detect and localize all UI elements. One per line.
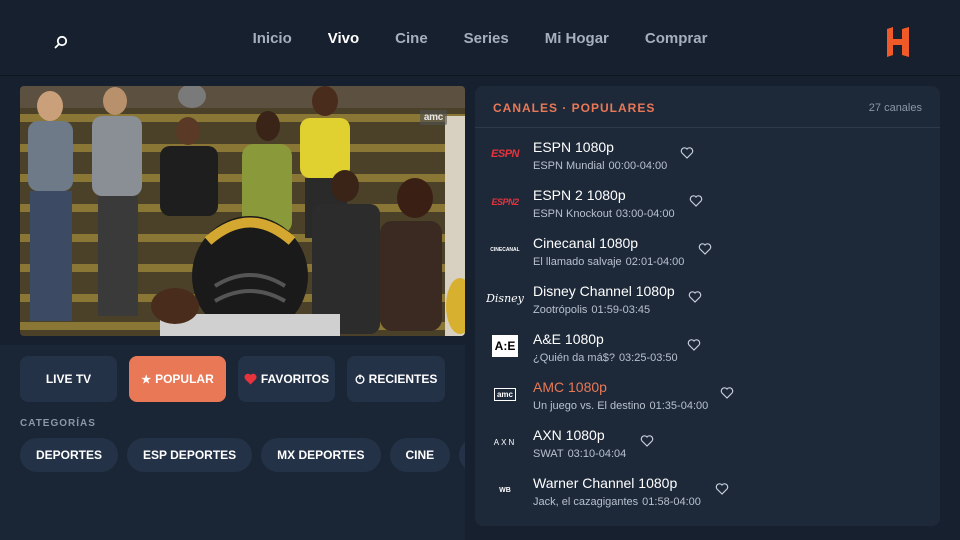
top-nav-bar: Inicio Vivo Cine Series Mi Hogar Comprar	[0, 0, 960, 76]
favorite-heart-icon[interactable]	[680, 146, 694, 160]
channel-count: 27 canales	[868, 102, 922, 114]
filter-recientes-label: RECIENTES	[368, 372, 438, 386]
channel-list: ESPN ESPN 1080p ESPN Mundial 00:00-04:00 …	[475, 130, 940, 514]
channel-program: Un juego vs. El destino 01:35-04:00	[533, 400, 709, 412]
favorite-heart-icon[interactable]	[715, 482, 729, 496]
channel-row-axn[interactable]: AXN AXN 1080p SWAT 03:10-04:04	[475, 418, 940, 466]
channel-row-espn[interactable]: ESPN ESPN 1080p ESPN Mundial 00:00-04:00	[475, 130, 940, 178]
filter-favoritos-button[interactable]: FAVORITOS	[238, 356, 335, 402]
channel-bug: amc	[419, 110, 447, 125]
channel-program: ¿Quién da má$? 03:25-03:50	[533, 352, 678, 364]
filter-live-tv-button[interactable]: LIVE TV	[20, 356, 117, 402]
nav-item-cine[interactable]: Cine	[377, 30, 446, 47]
channel-row-warner[interactable]: WB Warner Channel 1080p Jack, el cazagig…	[475, 466, 940, 514]
channel-program: ESPN Mundial 00:00-04:00	[533, 160, 668, 172]
main-nav: Inicio Vivo Cine Series Mi Hogar Comprar	[0, 0, 960, 76]
channel-list-title: CANALES · POPULARES	[493, 101, 656, 115]
channel-name: Disney Channel 1080p	[533, 283, 675, 299]
nav-item-series[interactable]: Series	[446, 30, 527, 47]
cinecanal-logo-icon: CINECANAL	[490, 247, 520, 253]
star-icon: ★	[141, 373, 152, 386]
channel-name: Cinecanal 1080p	[533, 235, 639, 251]
channel-program: El llamado salvaje 02:01-04:00	[533, 256, 685, 268]
categories-heading: CATEGORÍAS	[20, 418, 96, 429]
channel-row-disney[interactable]: Disney Disney Channel 1080p Zootrópolis 0…	[475, 274, 940, 322]
category-chip-mx-deportes[interactable]: MX DEPORTES	[261, 438, 381, 472]
channel-row-espn2[interactable]: ESPN2 ESPN 2 1080p ESPN Knockout 03:00-04…	[475, 178, 940, 226]
filter-popular-label: POPULAR	[155, 372, 214, 386]
logo-h-icon	[887, 27, 909, 57]
favorite-heart-icon[interactable]	[720, 386, 734, 400]
brand-logo[interactable]	[884, 26, 912, 58]
ae-logo-icon: A:E	[485, 331, 525, 361]
favorite-heart-icon[interactable]	[688, 290, 702, 304]
channel-program: ESPN Knockout 03:00-04:00	[533, 208, 675, 220]
channel-program: SWAT 03:10-04:04	[533, 448, 627, 460]
nav-item-comprar[interactable]: Comprar	[627, 30, 726, 47]
heart-icon	[244, 373, 257, 385]
category-chip-cine[interactable]: CINE	[389, 438, 451, 472]
channel-program: Zootrópolis 01:59-03:45	[533, 304, 651, 316]
category-chip-next[interactable]	[459, 438, 465, 472]
channel-name: A&E 1080p	[533, 331, 604, 347]
filter-favoritos-label: FAVORITOS	[260, 372, 330, 386]
favorite-heart-icon[interactable]	[689, 194, 703, 208]
filter-panel: LIVE TV ★ POPULAR FAVORITOS RECIENTES CA…	[0, 345, 465, 540]
nav-item-vivo[interactable]: Vivo	[310, 30, 377, 47]
category-chip-esp-deportes[interactable]: ESP DEPORTES	[127, 438, 253, 472]
channel-name: ESPN 2 1080p	[533, 187, 626, 203]
nav-item-mi-hogar[interactable]: Mi Hogar	[527, 30, 627, 47]
favorite-heart-icon[interactable]	[640, 434, 654, 448]
warner-logo-icon: WB	[499, 486, 511, 494]
filter-buttons: LIVE TV ★ POPULAR FAVORITOS RECIENTES	[20, 356, 445, 402]
channel-name: ESPN 1080p	[533, 139, 614, 155]
disney-logo-icon: Disney	[486, 291, 524, 305]
channel-name: AXN 1080p	[533, 427, 605, 443]
espn-logo-icon: ESPN	[491, 148, 519, 160]
channel-row-cinecanal[interactable]: CINECANAL Cinecanal 1080p El llamado sal…	[475, 226, 940, 274]
channel-list-header: CANALES · POPULARES 27 canales	[475, 86, 940, 128]
nav-item-inicio[interactable]: Inicio	[235, 30, 310, 47]
video-frame-image	[20, 86, 465, 336]
filter-popular-button[interactable]: ★ POPULAR	[129, 356, 226, 402]
video-player[interactable]: amc	[20, 86, 465, 336]
amc-logo-icon: amc	[485, 379, 525, 409]
category-chip-deportes[interactable]: DEPORTES	[20, 438, 119, 472]
channel-row-amc[interactable]: amc AMC 1080p Un juego vs. El destino 01:…	[475, 370, 940, 418]
channel-list-panel: CANALES · POPULARES 27 canales ESPN ESPN…	[475, 86, 940, 526]
filter-recientes-button[interactable]: RECIENTES	[347, 356, 445, 402]
channel-name: Warner Channel 1080p	[533, 475, 678, 491]
espn2-logo-icon: ESPN2	[491, 197, 519, 207]
clock-icon	[355, 374, 365, 384]
channel-name: AMC 1080p	[533, 379, 607, 395]
axn-logo-icon: AXN	[493, 437, 517, 447]
channel-program: Jack, el cazagigantes 01:58-04:00	[533, 496, 701, 508]
filter-live-tv-label: LIVE TV	[45, 372, 92, 386]
category-chips: DEPORTES ESP DEPORTES MX DEPORTES CINE	[20, 438, 465, 472]
channel-row-ae[interactable]: A:E A&E 1080p ¿Quién da má$? 03:25-03:50	[475, 322, 940, 370]
favorite-heart-icon[interactable]	[698, 242, 712, 256]
favorite-heart-icon[interactable]	[687, 338, 701, 352]
